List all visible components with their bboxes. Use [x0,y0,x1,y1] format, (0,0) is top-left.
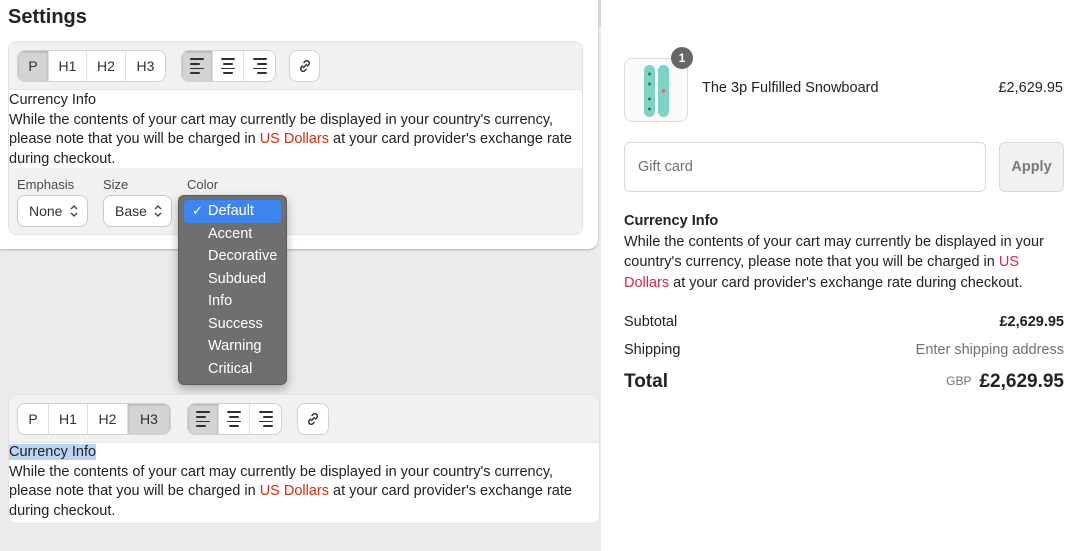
editor-content-bottom[interactable]: Currency Info While the contents of your… [9,443,599,521]
product-price: £2,629.95 [998,80,1063,96]
color-option-accent[interactable]: Accent [184,223,281,246]
emphasis-label: Emphasis [17,177,75,192]
rich-text-editor-top: P H1 H2 H3 Currency Info While the conte… [8,41,583,235]
color-label: Color [187,177,219,192]
format-p-button[interactable]: P [18,404,49,434]
format-h3-button[interactable]: H3 [126,51,165,81]
currency-info-text: While the contents of your cart may curr… [624,233,1044,291]
size-label: Size [103,177,129,192]
color-option-warning[interactable]: Warning [184,335,281,358]
alignment-button-group [187,403,282,435]
size-select[interactable]: Base [103,195,172,227]
settings-panel: Settings P H1 H2 H3 Currency Info While … [0,0,598,249]
quantity-badge: 1 [671,47,693,69]
total-currency: GBP [946,374,972,388]
align-center-icon [221,58,235,74]
format-h2-button[interactable]: H2 [87,51,126,81]
subtotal-row: Subtotal £2,629.95 [624,314,1064,330]
color-option-default[interactable]: ✓ Default [184,200,281,223]
chevron-updown-icon [70,205,78,217]
currency-info-heading: Currency Info [624,213,719,229]
align-left-icon [196,411,210,427]
editor-content-top[interactable]: Currency Info While the contents of your… [9,91,582,169]
subtotal-value: £2,629.95 [999,314,1064,330]
align-right-button[interactable] [244,51,275,81]
settings-title: Settings [8,6,87,28]
rich-text-editor-bottom: P H1 H2 H3 Currency Info While the conte… [8,394,600,524]
link-button-group [297,403,329,435]
total-label: Total [624,371,668,392]
color-dropdown-menu: ✓ Default Accent Decorative Subdued Info … [178,195,287,385]
shipping-value: Enter shipping address [915,342,1064,358]
align-right-button[interactable] [250,404,281,434]
chevron-updown-icon [154,205,162,217]
align-center-icon [227,411,241,427]
link-icon [299,59,310,73]
total-row: Total GBP £2,629.95 [624,371,1064,393]
apply-button[interactable]: Apply [999,142,1064,192]
format-h3-button[interactable]: H3 [128,404,170,434]
editor-toolbar: P H1 H2 H3 [9,395,599,443]
emphasis-select[interactable]: None [17,195,88,227]
color-option-decorative[interactable]: Decorative [184,245,281,268]
insert-link-button[interactable] [298,404,328,434]
align-left-button[interactable] [188,404,219,434]
format-p-button[interactable]: P [18,51,49,81]
total-value-group: GBP £2,629.95 [946,371,1064,393]
product-name: The 3p Fulfilled Snowboard [702,80,879,96]
currency-info-block: Currency Info While the contents of your… [624,211,1064,293]
content-heading: Currency Info [9,444,97,460]
color-option-subdued[interactable]: Subdued [184,268,281,291]
text-properties-bar: Emphasis None Size Base Color [9,168,582,234]
cart-summary: 1 The 3p Fulfilled Snowboard £2,629.95 G… [601,0,1088,551]
format-h1-button[interactable]: H1 [49,404,88,434]
insert-link-button[interactable] [290,51,319,81]
editor-toolbar: P H1 H2 H3 [9,42,582,90]
content-paragraph: While the contents of your cart may curr… [9,111,572,167]
align-left-button[interactable] [182,51,213,81]
shipping-label: Shipping [624,342,681,358]
highlight-text: US Dollars [259,483,329,499]
format-button-group: P H1 H2 H3 [17,50,166,82]
checkmark-icon: ✓ [192,203,203,218]
content-paragraph: While the contents of your cart may curr… [9,463,572,519]
subtotal-label: Subtotal [624,314,678,330]
total-value: £2,629.95 [979,371,1064,392]
align-left-icon [190,58,204,74]
color-option-info[interactable]: Info [184,290,281,313]
format-button-group: P H1 H2 H3 [17,403,171,435]
color-option-critical[interactable]: Critical [184,358,281,381]
content-heading: Currency Info [9,92,97,108]
settings-editor-area: Settings P H1 H2 H3 Currency Info While … [0,0,601,551]
align-right-icon [252,58,267,74]
align-right-icon [258,411,273,427]
align-center-button[interactable] [213,51,244,81]
highlight-text: US Dollars [259,131,329,147]
format-h1-button[interactable]: H1 [49,51,87,81]
link-button-group [289,50,320,82]
color-option-success[interactable]: Success [184,313,281,336]
link-icon [307,412,319,426]
gift-card-input[interactable]: Gift card [624,142,986,192]
shipping-row: Shipping Enter shipping address [624,342,1064,358]
alignment-button-group [181,50,276,82]
align-center-button[interactable] [219,404,250,434]
format-h2-button[interactable]: H2 [88,404,128,434]
